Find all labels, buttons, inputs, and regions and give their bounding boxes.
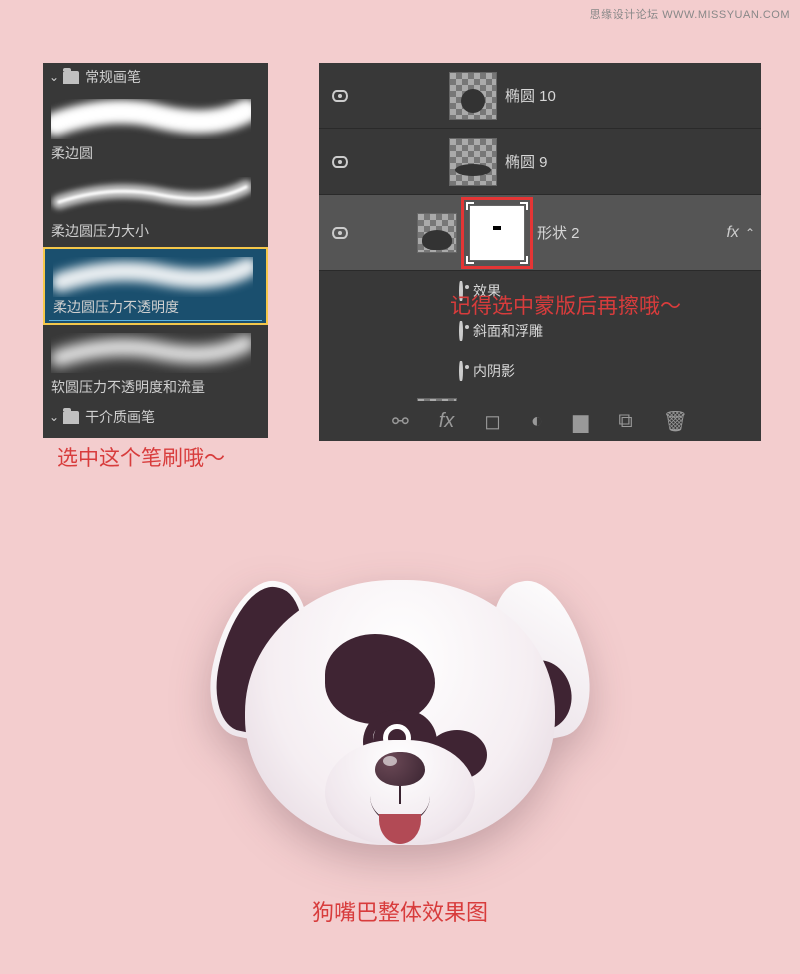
folder-icon bbox=[63, 411, 79, 424]
brush-item-pressure-opacity[interactable]: 柔边圆压力不透明度 bbox=[43, 247, 268, 325]
layer-name: 椭圆 10 bbox=[505, 85, 556, 106]
layer-row[interactable]: 手斗 fx ⌃ bbox=[319, 391, 761, 401]
brush-group-label: 干介质画笔 bbox=[85, 407, 155, 427]
layers-panel: 椭圆 10 椭圆 9 形状 2 fx ⌃ 效果 bbox=[319, 63, 761, 441]
brush-caption: 选中这个笔刷哦～ bbox=[57, 442, 225, 472]
new-layer-icon[interactable]: ⧉ bbox=[618, 410, 632, 433]
effect-row-item[interactable]: 内阴影 bbox=[319, 351, 761, 391]
layers-footer: ⚯ fx ◻ ◐ ▆ ⧉ 🗑 bbox=[319, 401, 761, 441]
brush-stroke-icon bbox=[53, 257, 253, 297]
brush-item-label: 柔边圆压力大小 bbox=[51, 221, 260, 241]
dog-nose bbox=[375, 752, 425, 786]
watermark-text: 思缘设计论坛 WWW.MISSYUAN.COM bbox=[590, 6, 790, 22]
layer-thumbnail bbox=[449, 138, 497, 186]
chevron-down-icon: ⌄ bbox=[49, 410, 59, 424]
brush-panel: ⌄ 常规画笔 柔边圆 柔边圆压力大小 柔边圆压力不透明度 软圆压力不透明度和流量… bbox=[43, 63, 268, 438]
group-icon[interactable]: ▆ bbox=[573, 409, 588, 434]
mask-icon[interactable]: ◻ bbox=[484, 409, 501, 434]
brush-group-regular[interactable]: ⌄ 常规画笔 bbox=[43, 63, 268, 91]
dog-spot bbox=[325, 634, 435, 724]
chevron-down-icon: ⌄ bbox=[49, 70, 59, 84]
link-icon[interactable]: ⚯ bbox=[392, 409, 409, 434]
brush-item-soft-opacity-flow[interactable]: 软圆压力不透明度和流量 bbox=[43, 325, 268, 403]
eye-icon[interactable] bbox=[332, 227, 348, 239]
brush-group-label: 常规画笔 bbox=[85, 67, 141, 87]
eye-icon[interactable] bbox=[332, 90, 348, 102]
dog-caption: 狗嘴巴整体效果图 bbox=[0, 895, 800, 927]
eye-icon[interactable] bbox=[459, 361, 463, 381]
brush-item-pressure-size[interactable]: 柔边圆压力大小 bbox=[43, 169, 268, 247]
dog-tongue bbox=[379, 814, 421, 844]
effect-name: 内阴影 bbox=[473, 361, 515, 381]
brush-item-label: 柔边圆 bbox=[51, 143, 260, 163]
layer-thumbnail bbox=[449, 72, 497, 120]
layer-name: 形状 2 bbox=[537, 222, 580, 243]
layer-row-selected[interactable]: 形状 2 fx ⌃ bbox=[319, 195, 761, 271]
dog-illustration bbox=[185, 540, 615, 880]
mask-caption: 记得选中蒙版后再擦哦～ bbox=[450, 290, 681, 320]
folder-icon bbox=[63, 71, 79, 84]
brush-stroke-icon bbox=[51, 333, 251, 373]
brush-item-label: 软圆压力不透明度和流量 bbox=[51, 377, 260, 397]
effect-name: 斜面和浮雕 bbox=[473, 321, 543, 341]
eye-icon[interactable] bbox=[332, 156, 348, 168]
fx-label: fx bbox=[726, 224, 738, 242]
brush-group-dry[interactable]: ⌄ 干介质画笔 bbox=[43, 403, 268, 431]
layer-name: 椭圆 9 bbox=[505, 151, 548, 172]
adjust-icon[interactable]: ◐ bbox=[531, 410, 543, 433]
layer-row[interactable]: 椭圆 10 bbox=[319, 63, 761, 129]
trash-icon[interactable]: 🗑 bbox=[663, 409, 688, 434]
dog-muzzle bbox=[325, 740, 475, 845]
eye-icon[interactable] bbox=[459, 321, 463, 341]
chevron-up-icon[interactable]: ⌃ bbox=[745, 226, 755, 240]
fx-icon[interactable]: fx bbox=[439, 410, 455, 433]
brush-stroke-icon bbox=[51, 177, 251, 217]
layer-row[interactable]: 椭圆 9 bbox=[319, 129, 761, 195]
layer-thumbnail bbox=[417, 213, 457, 253]
brush-item-soft-round[interactable]: 柔边圆 bbox=[43, 91, 268, 169]
layer-mask-thumbnail[interactable] bbox=[469, 205, 525, 261]
brush-item-label: 柔边圆压力不透明度 bbox=[53, 297, 258, 317]
brush-stroke-icon bbox=[51, 99, 251, 139]
